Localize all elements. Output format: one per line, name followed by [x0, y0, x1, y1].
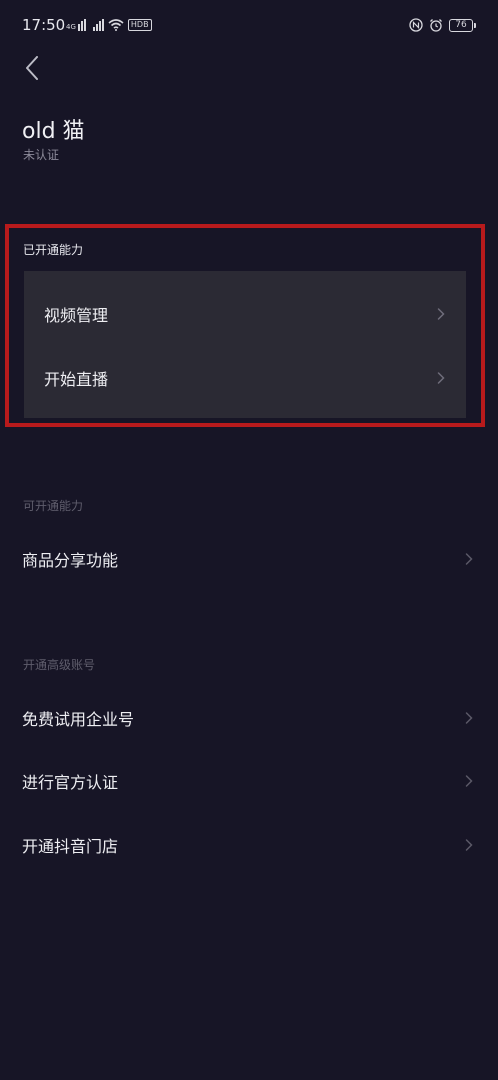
nfc-icon [409, 18, 423, 32]
row-enterprise-trial[interactable]: 免费试用企业号 [0, 687, 498, 749]
signal-label: 4G [66, 23, 76, 31]
status-right-icons: 76 [409, 16, 476, 34]
back-arrow-icon [26, 56, 38, 80]
hd-badge: HDB [127, 19, 152, 31]
row-start-live[interactable]: 开始直播 [24, 347, 466, 409]
row-label-open-store: 开通抖音门店 [22, 837, 119, 856]
status-time: 17:50 [22, 16, 66, 34]
signal-icon-2 [92, 19, 104, 31]
account-name: old 猫 [22, 119, 85, 144]
status-bar: 17:50 4G HDB 76 [0, 0, 498, 50]
section-title-enabled: 已开通能力 [23, 243, 84, 257]
row-label-video-management: 视频管理 [44, 306, 109, 325]
row-label-enterprise-trial: 免费试用企业号 [22, 710, 135, 729]
signal-icon: 4G [66, 19, 89, 31]
section-title-available: 可开通能力 [23, 499, 84, 513]
chevron-right-icon [465, 839, 473, 851]
row-video-management[interactable]: 视频管理 [24, 283, 466, 345]
status-left-icons: 4G HDB [66, 17, 152, 33]
chevron-right-icon [465, 775, 473, 787]
chevron-right-icon [465, 553, 473, 565]
battery-level: 76 [449, 18, 473, 32]
row-label-product-share: 商品分享功能 [22, 551, 119, 570]
section-title-advanced: 开通高级账号 [23, 658, 96, 672]
row-open-store[interactable]: 开通抖音门店 [0, 814, 498, 876]
alarm-icon [430, 19, 442, 32]
chevron-right-icon [437, 372, 445, 384]
wifi-icon [108, 19, 124, 31]
row-official-verification[interactable]: 进行官方认证 [0, 750, 498, 812]
row-label-official-verification: 进行官方认证 [22, 773, 119, 792]
row-label-start-live: 开始直播 [44, 370, 109, 389]
row-product-share[interactable]: 商品分享功能 [0, 528, 498, 590]
chevron-right-icon [465, 712, 473, 724]
enabled-abilities-panel: 视频管理 开始直播 [24, 271, 466, 418]
chevron-right-icon [437, 308, 445, 320]
battery-icon: 76 [449, 18, 476, 32]
back-button[interactable] [14, 48, 50, 88]
verification-status: 未认证 [23, 148, 60, 162]
